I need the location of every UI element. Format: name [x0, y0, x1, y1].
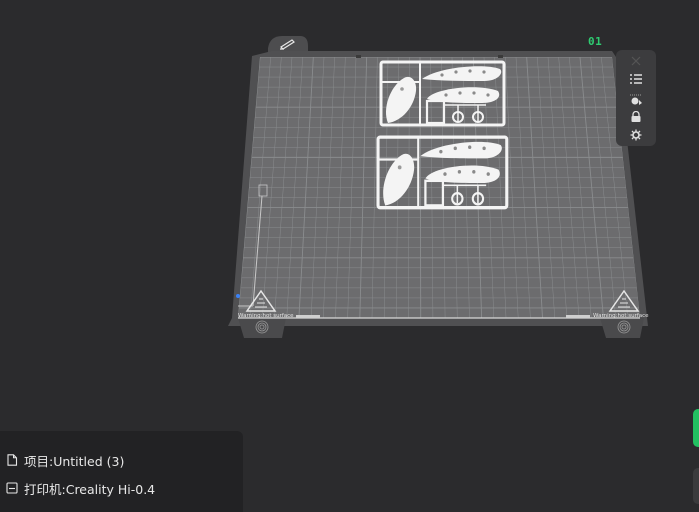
secondary-action-button[interactable] — [693, 468, 699, 504]
plate-tool-panel — [616, 50, 656, 146]
printer-icon — [6, 482, 18, 494]
lock-icon — [631, 111, 641, 122]
plate-notch — [498, 55, 503, 58]
plate-marker-right — [566, 315, 590, 318]
object-list-icon — [630, 74, 642, 84]
plate-number: 01 — [588, 35, 603, 48]
lock-plate-button[interactable] — [626, 108, 646, 126]
project-info-panel: 项目:Untitled (3) 打印机:Creality Hi-0.4 — [0, 431, 243, 512]
file-icon — [6, 454, 18, 466]
printer-name: 打印机:Creality Hi-0.4 — [24, 481, 156, 497]
slice-button[interactable] — [693, 409, 699, 447]
warning-label-left: Warning:hot surface — [238, 313, 294, 319]
gear-icon — [630, 129, 642, 141]
printer-row[interactable]: 打印机:Creality Hi-0.4 — [6, 479, 155, 497]
close-icon — [631, 56, 641, 66]
plate-marker-left — [296, 315, 320, 318]
plate-settings-button[interactable] — [626, 126, 646, 144]
auto-arrange-button[interactable] — [626, 90, 646, 108]
auto-arrange-icon — [630, 94, 642, 105]
project-name: 项目:Untitled (3) — [24, 453, 125, 469]
object-list-button[interactable] — [626, 70, 646, 88]
close-plate-button[interactable] — [626, 52, 646, 70]
plate-notch — [356, 55, 361, 58]
warning-label-right: Warning:hot surface — [593, 313, 649, 319]
project-row[interactable]: 项目:Untitled (3) — [6, 451, 124, 469]
